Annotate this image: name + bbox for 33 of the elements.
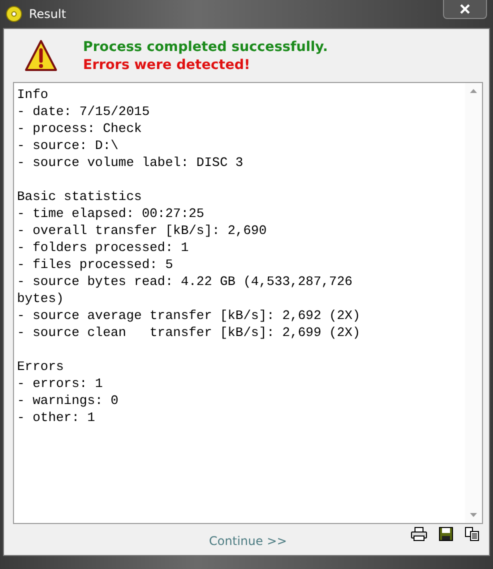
report-line: - source: D:\ bbox=[17, 137, 118, 154]
copy-icon[interactable] bbox=[465, 527, 479, 541]
report-line: - folders processed: 1 bbox=[17, 239, 189, 256]
continue-button[interactable]: Continue >> bbox=[209, 534, 287, 548]
window-title: Result bbox=[29, 7, 66, 21]
warning-icon bbox=[24, 38, 58, 72]
report-line: - warnings: 0 bbox=[17, 392, 118, 409]
section-heading: Basic statistics bbox=[17, 188, 142, 205]
printer-icon[interactable] bbox=[411, 527, 427, 541]
report-line: - source clean transfer [kB/s]: 2,699 (2X) bbox=[17, 324, 360, 341]
section-heading: Info bbox=[17, 86, 48, 103]
close-icon bbox=[460, 4, 470, 14]
report-line: - time elapsed: 00:27:25 bbox=[17, 205, 204, 222]
report-text-area[interactable] bbox=[13, 82, 483, 524]
close-button[interactable] bbox=[443, 0, 487, 19]
error-message: Errors were detected! bbox=[83, 56, 252, 74]
report-line: bytes) bbox=[17, 290, 64, 307]
report-line: - date: 7/15/2015 bbox=[17, 103, 150, 120]
scrollbar[interactable] bbox=[465, 83, 482, 523]
success-message: Process completed successfully. bbox=[83, 38, 328, 56]
scroll-down-icon[interactable] bbox=[470, 513, 477, 517]
report-line: - process: Check bbox=[17, 120, 142, 137]
save-icon[interactable] bbox=[439, 527, 453, 541]
report-line: - source average transfer [kB/s]: 2,692 (2X) bbox=[17, 307, 360, 324]
scroll-up-icon[interactable] bbox=[470, 89, 477, 93]
disc-icon bbox=[6, 6, 22, 22]
report-line: - source volume label: DISC 3 bbox=[17, 154, 244, 171]
report-line: - other: 1 bbox=[17, 409, 96, 426]
section-heading: Errors bbox=[17, 358, 64, 375]
report-line: - source bytes read: 4.22 GB (4,533,287,726 bbox=[17, 273, 352, 290]
report-line: - overall transfer [kB/s]: 2,690 bbox=[17, 222, 267, 239]
report-line: - errors: 1 bbox=[17, 375, 103, 392]
report-line: - files processed: 5 bbox=[17, 256, 174, 273]
